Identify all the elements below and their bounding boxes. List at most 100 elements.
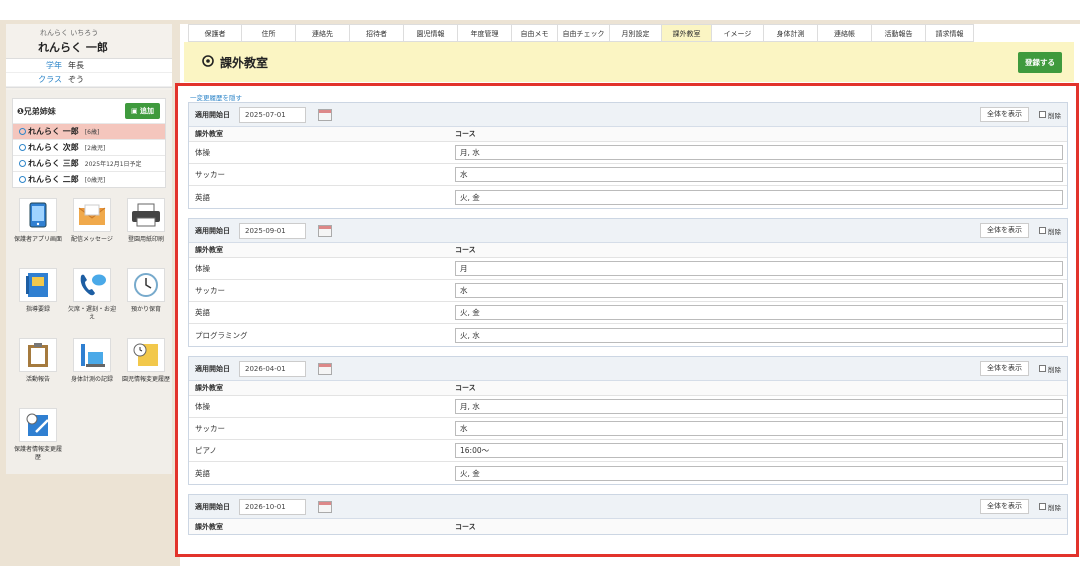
menu-item[interactable]: 保護者情報変更履歴 xyxy=(12,408,64,472)
tab-item[interactable]: 自由チェック xyxy=(558,24,610,42)
tab-item[interactable]: 年度管理 xyxy=(458,24,512,42)
course-input[interactable]: 月, 水 xyxy=(455,145,1063,160)
tab-bar: 保護者 住所 連絡先 招待者 園児情報 年度管理 自由メモ 自由チェック 月別設定 課外教室 イメー… xyxy=(188,24,974,42)
tab-item[interactable]: 連絡先 xyxy=(296,24,350,42)
tab-item[interactable]: 活動報告 xyxy=(872,24,926,42)
highlight-frame: 一変更履歴を隠す 適用開始日 2025-07-01 全体を表示 削除 課外教室 コース 体操… xyxy=(175,83,1079,557)
start-date-label: 適用開始日 xyxy=(195,364,230,373)
register-button[interactable]: 登録する xyxy=(1018,51,1062,73)
tab-item[interactable]: 園児情報 xyxy=(404,24,458,42)
tab-item[interactable]: 自由メモ xyxy=(512,24,558,42)
course-input[interactable]: 水 xyxy=(455,421,1063,436)
menu-item-label: 預かり保育 xyxy=(130,306,161,313)
siblings-title: ❶兄弟姉妹 xyxy=(17,106,56,116)
menu-item[interactable]: 配信メッセージ xyxy=(66,198,118,262)
student-name: れんらく 一郎 xyxy=(38,41,108,54)
delete-checkbox[interactable] xyxy=(1039,227,1046,234)
period-panel: 適用開始日 2026-10-01 全体を表示 削除 課外教室 コース xyxy=(188,494,1068,535)
smartphone-icon xyxy=(19,198,57,232)
start-date-label: 適用開始日 xyxy=(195,110,230,119)
delete-option[interactable]: 削除 xyxy=(1039,226,1061,236)
calendar-icon[interactable] xyxy=(318,500,332,513)
course-column-header: コース xyxy=(455,246,476,254)
tab-item[interactable]: 月別設定 xyxy=(610,24,662,42)
menu-item[interactable]: 登園用紙印刷 xyxy=(120,198,172,262)
start-date-input[interactable]: 2026-10-01 xyxy=(239,498,306,515)
period-panels: 適用開始日 2025-07-01 全体を表示 削除 課外教室 コース 体操 月, 水サッカー水… xyxy=(188,102,1068,544)
start-date-input[interactable]: 2026-04-01 xyxy=(239,360,306,377)
add-sibling-button[interactable]: ▣ 追加 xyxy=(124,103,160,119)
panel-header: 適用開始日 2025-09-01 全体を表示 削除 xyxy=(189,219,1067,243)
hide-history-link[interactable]: 一変更履歴を隠す xyxy=(190,92,242,102)
delete-option[interactable]: 削除 xyxy=(1039,110,1061,120)
envelope-icon xyxy=(73,198,111,232)
course-input[interactable]: 火, 金 xyxy=(455,189,1063,205)
course-column-header: コース xyxy=(455,130,476,138)
radio-icon xyxy=(19,128,26,135)
table-row: 体操 月, 水 xyxy=(189,396,1067,418)
table-header: 課外教室 コース xyxy=(189,381,1067,396)
menu-item[interactable]: 預かり保育 xyxy=(120,268,172,332)
delete-option[interactable]: 削除 xyxy=(1039,502,1061,512)
course-input[interactable]: 火, 金 xyxy=(455,465,1063,481)
course-input[interactable]: 火, 水 xyxy=(455,327,1063,343)
menu-item-label: 保護者アプリ画面 xyxy=(13,236,62,243)
menu-item[interactable]: 保護者アプリ画面 xyxy=(12,198,64,262)
table-header: 課外教室 コース xyxy=(189,519,1067,534)
course-input[interactable]: 月 xyxy=(455,261,1063,276)
sibling-item[interactable]: れんらく 一郎 [6歳] xyxy=(13,123,165,139)
delete-checkbox[interactable] xyxy=(1039,111,1046,118)
table-header: 課外教室 コース xyxy=(189,127,1067,142)
panel-header: 適用開始日 2025-07-01 全体を表示 削除 xyxy=(189,103,1067,127)
course-column-header: コース xyxy=(455,522,476,531)
siblings-list: れんらく 一郎 [6歳] れんらく 次郎 [2歳児] れんらく 三郎 2025年12月1日… xyxy=(13,123,165,187)
start-date-input[interactable]: 2025-09-01 xyxy=(239,222,306,239)
sibling-item[interactable]: れんらく 二郎 [0歳児] xyxy=(13,171,165,187)
menu-item[interactable]: 活動報告 xyxy=(12,338,64,402)
tab-item[interactable]: 招待者 xyxy=(350,24,404,42)
course-input[interactable]: 水 xyxy=(455,167,1063,182)
delete-option[interactable]: 削除 xyxy=(1039,364,1061,374)
sibling-name: れんらく 三郎 xyxy=(28,159,79,168)
calendar-icon[interactable] xyxy=(318,362,332,375)
menu-item[interactable]: 指導要録 xyxy=(12,268,64,332)
course-input[interactable]: 月, 水 xyxy=(455,399,1063,414)
menu-item[interactable]: 身体計測の記録 xyxy=(66,338,118,402)
sibling-item[interactable]: れんらく 次郎 [2歳児] xyxy=(13,139,165,155)
tab-item[interactable]: イメージ xyxy=(712,24,764,42)
tab-item[interactable]: 住所 xyxy=(242,24,296,42)
start-date-input[interactable]: 2025-07-01 xyxy=(239,106,306,123)
sibling-age: [2歳児] xyxy=(84,145,106,152)
delete-checkbox[interactable] xyxy=(1039,365,1046,372)
show-all-button[interactable]: 全体を表示 xyxy=(980,499,1029,514)
sibling-item[interactable]: れんらく 三郎 2025年12月1日予定 xyxy=(13,155,165,171)
course-input[interactable]: 水 xyxy=(455,283,1063,298)
tab-item[interactable]: 連絡帳 xyxy=(818,24,872,42)
info-icon: ❶ xyxy=(17,106,24,116)
show-all-button[interactable]: 全体を表示 xyxy=(980,107,1029,122)
phone-chat-icon xyxy=(73,268,111,302)
tab-item[interactable]: 請求情報 xyxy=(926,24,974,42)
tab-item[interactable]: 課外教室 xyxy=(662,24,712,42)
panel-header: 適用開始日 2026-04-01 全体を表示 削除 xyxy=(189,357,1067,381)
table-row: ピアノ 16:00〜 xyxy=(189,440,1067,462)
tab-item[interactable]: 保護者 xyxy=(188,24,242,42)
show-all-button[interactable]: 全体を表示 xyxy=(980,223,1029,238)
course-input[interactable]: 火, 金 xyxy=(455,305,1063,320)
student-profile: れんらく いちろう れんらく 一郎 学年 年長 クラス ぞう xyxy=(6,24,172,90)
calendar-icon[interactable] xyxy=(318,224,332,237)
show-all-button[interactable]: 全体を表示 xyxy=(980,361,1029,376)
delete-checkbox[interactable] xyxy=(1039,503,1046,510)
class-name: プログラミング xyxy=(195,330,248,340)
course-input[interactable]: 16:00〜 xyxy=(455,443,1063,458)
calendar-icon[interactable] xyxy=(318,108,332,121)
radio-icon xyxy=(19,176,26,183)
menu-item-label: 保護者情報変更履歴 xyxy=(13,446,62,461)
sidebar: れんらく いちろう れんらく 一郎 学年 年長 クラス ぞう ❶兄弟姉妹 ▣ 追… xyxy=(6,24,172,474)
menu-item[interactable]: 欠席・遅刻・お迎え xyxy=(66,268,118,332)
menu-item[interactable]: 園児情報変更履歴 xyxy=(120,338,172,402)
grade-row: 学年 年長 xyxy=(6,59,172,73)
tab-item[interactable]: 身体計測 xyxy=(764,24,818,42)
top-bar xyxy=(0,0,1080,20)
period-panel: 適用開始日 2025-07-01 全体を表示 削除 課外教室 コース 体操 月, 水サッカー 水… xyxy=(188,102,1068,209)
